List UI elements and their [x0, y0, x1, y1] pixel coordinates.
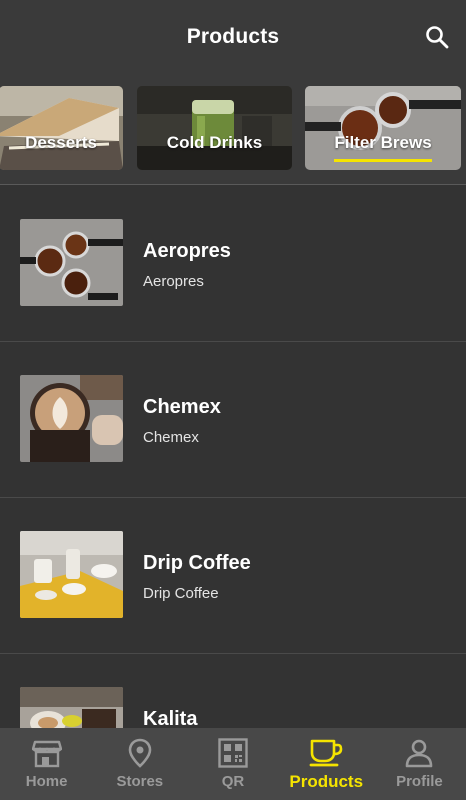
location-pin-icon — [128, 738, 152, 768]
cold-drinks-image — [137, 86, 292, 170]
app-header: Products — [0, 0, 466, 74]
product-name: Aeropres — [143, 240, 231, 262]
nav-label: Home — [25, 773, 68, 790]
list-item-drip-coffee[interactable]: Drip Coffee Drip Coffee — [0, 497, 466, 654]
page-title: Products — [186, 25, 280, 48]
product-name: Kalita — [143, 708, 198, 728]
nav-products[interactable]: Products — [280, 728, 373, 800]
nav-qr[interactable]: QR — [186, 728, 279, 800]
category-label: Desserts — [25, 133, 97, 152]
product-name: Chemex — [143, 396, 221, 418]
store-icon — [31, 740, 62, 768]
nav-label: Profile — [396, 773, 443, 790]
bottom-nav: Home Stores QR Products Profile — [0, 728, 466, 800]
product-subtitle: Drip Coffee — [143, 585, 219, 602]
product-subtitle: Aeropres — [143, 273, 204, 290]
nav-profile[interactable]: Profile — [373, 728, 466, 800]
nav-label: Products — [289, 772, 364, 791]
category-desserts[interactable]: Desserts — [0, 86, 123, 170]
category-filter-brews[interactable]: Filter Brews — [305, 86, 461, 170]
product-thumbnail — [20, 531, 123, 618]
product-name: Drip Coffee — [143, 552, 251, 574]
person-icon — [406, 739, 433, 768]
list-item-kalita[interactable]: Kalita — [0, 653, 466, 728]
desserts-image — [0, 86, 123, 170]
selected-underline — [334, 159, 432, 162]
product-thumbnail — [20, 219, 123, 306]
list-item-chemex[interactable]: Chemex Chemex — [0, 341, 466, 498]
coffee-cup-icon — [309, 739, 343, 767]
nav-stores[interactable]: Stores — [93, 728, 186, 800]
nav-label: Stores — [116, 773, 164, 790]
filter-brews-image — [305, 86, 461, 170]
category-cold-drinks[interactable]: Cold Drinks — [137, 86, 292, 170]
category-strip: Desserts Cold Drinks Filter Brews — [0, 74, 466, 184]
qr-code-icon — [218, 738, 248, 768]
category-label: Cold Drinks — [166, 133, 263, 152]
nav-home[interactable]: Home — [0, 728, 93, 800]
nav-label: QR — [221, 773, 245, 790]
product-thumbnail — [20, 687, 123, 728]
search-icon[interactable] — [424, 24, 450, 50]
product-subtitle: Chemex — [143, 429, 199, 446]
product-list[interactable]: Aeropres Aeropres Chemex Chemex Drip Cof… — [0, 185, 466, 728]
product-thumbnail — [20, 375, 123, 462]
category-label: Filter Brews — [334, 133, 432, 152]
list-item-aeropres[interactable]: Aeropres Aeropres — [0, 185, 466, 342]
